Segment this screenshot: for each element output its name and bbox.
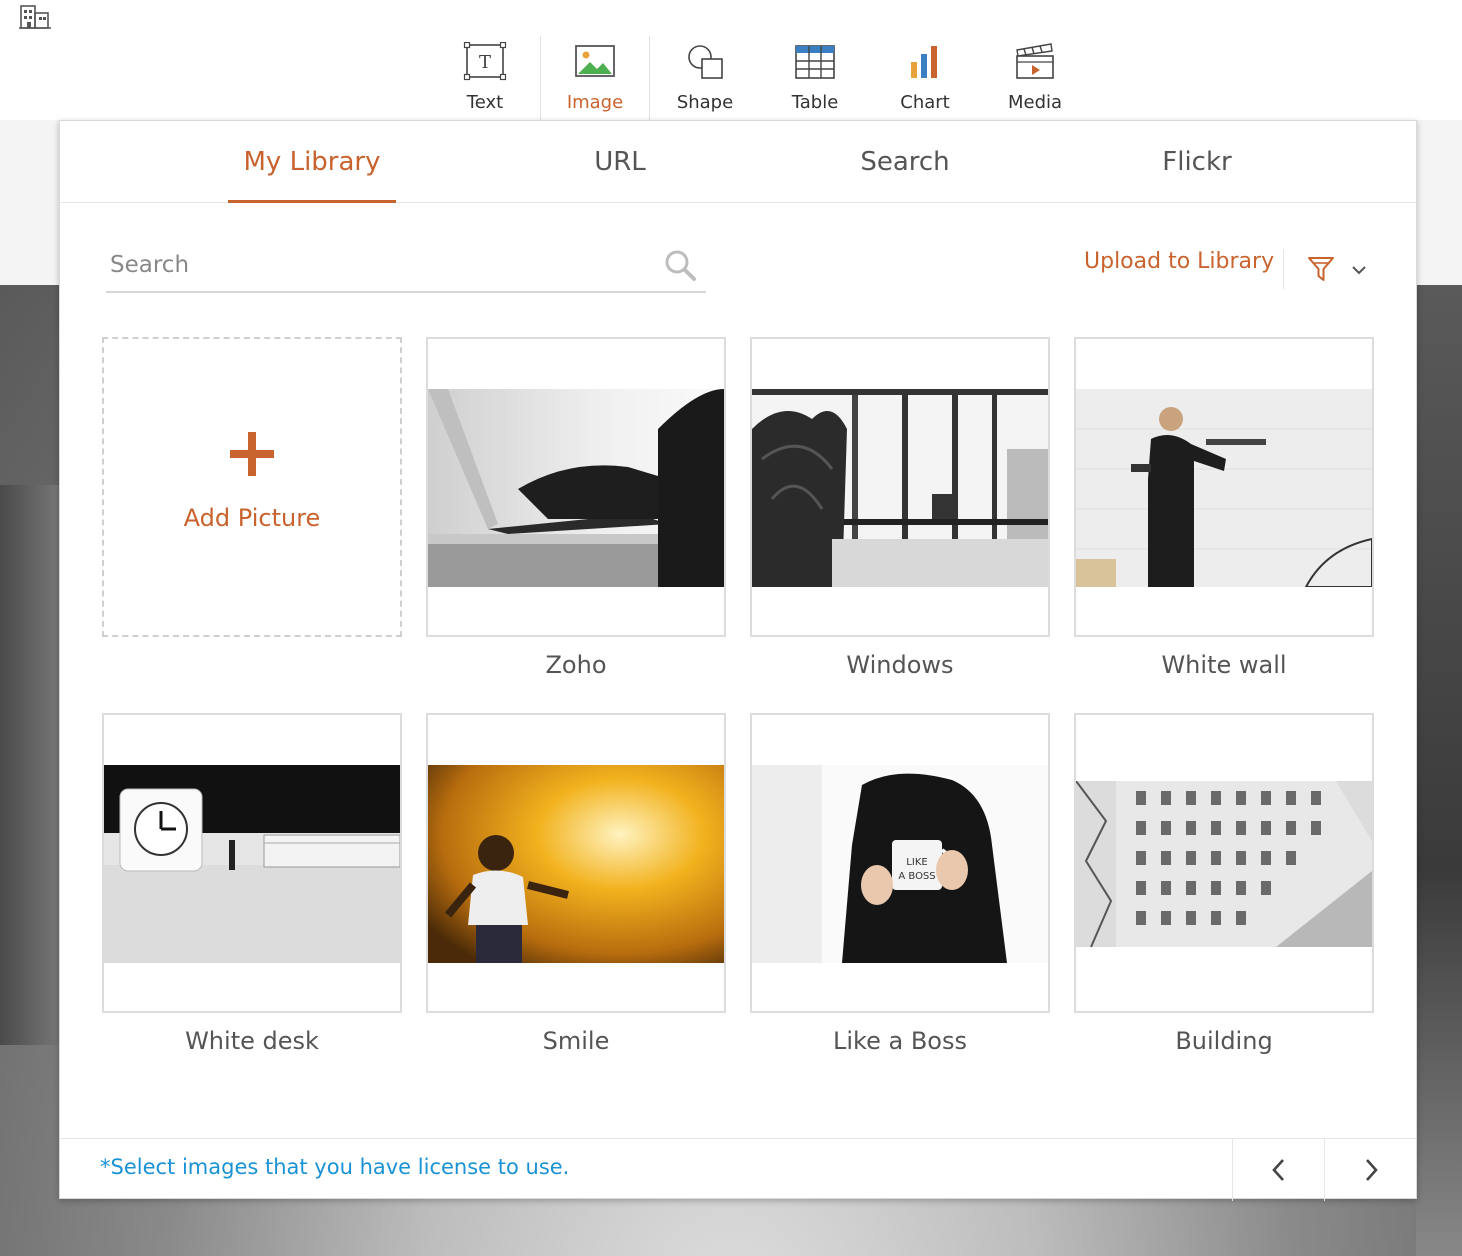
image-caption: Windows bbox=[846, 651, 954, 679]
toolbar-image-label: Image bbox=[566, 92, 624, 113]
white-desk-photo bbox=[104, 765, 400, 963]
image-thumb-frame[interactable] bbox=[102, 713, 402, 1013]
white-wall-photo bbox=[1076, 389, 1372, 587]
toolbar-chart-button[interactable]: Chart bbox=[870, 36, 980, 120]
image-caption: Smile bbox=[542, 1027, 610, 1055]
image-card-white-desk[interactable]: White desk bbox=[102, 713, 402, 1055]
image-thumb-frame[interactable]: LIKE A BOSS bbox=[750, 713, 1050, 1013]
image-card-building[interactable]: Building bbox=[1074, 713, 1374, 1055]
toolbar-text-label: Text bbox=[466, 92, 504, 113]
image-thumb-frame[interactable] bbox=[750, 337, 1050, 637]
toolbar-media-label: Media bbox=[1007, 92, 1063, 113]
image-caption: Zoho bbox=[545, 651, 607, 679]
tab-search[interactable]: Search bbox=[840, 121, 970, 203]
insert-toolbar: T Text Image Shape Table Chart Media bbox=[430, 36, 1090, 122]
image-caption: White desk bbox=[185, 1027, 319, 1055]
image-thumb-frame[interactable] bbox=[426, 713, 726, 1013]
clapperboard-icon bbox=[1016, 43, 1054, 79]
add-picture-frame[interactable]: Add Picture bbox=[102, 337, 402, 637]
image-card-white-wall[interactable]: White wall bbox=[1074, 337, 1374, 679]
background-shadow-left bbox=[0, 485, 60, 1045]
image-thumb-frame[interactable] bbox=[1074, 713, 1374, 1013]
plus-icon bbox=[230, 432, 274, 476]
toolbar-shape-label: Shape bbox=[676, 92, 734, 113]
search-icon[interactable] bbox=[662, 247, 698, 283]
chevron-down-icon[interactable] bbox=[1350, 261, 1368, 279]
insert-image-dialog: My Library URL Search Flickr Upload to L… bbox=[59, 120, 1417, 1201]
svg-text:LIKE: LIKE bbox=[906, 857, 927, 868]
toolbar-table-button[interactable]: Table bbox=[760, 36, 870, 120]
license-note: *Select images that you have license to … bbox=[100, 1155, 570, 1179]
tab-flickr[interactable]: Flickr bbox=[1140, 121, 1254, 203]
toolbar-text-button[interactable]: T Text bbox=[430, 36, 540, 120]
toolbar-image-button[interactable]: Image bbox=[540, 36, 650, 122]
upload-to-library-link[interactable]: Upload to Library bbox=[1084, 249, 1274, 274]
background-shadow-right bbox=[1416, 285, 1462, 1256]
image-card-smile[interactable]: Smile bbox=[426, 713, 726, 1055]
add-picture-label: Add Picture bbox=[183, 504, 321, 532]
windows-photo bbox=[752, 389, 1048, 587]
search-input[interactable] bbox=[106, 241, 646, 289]
image-thumb-frame[interactable] bbox=[1074, 337, 1374, 637]
tab-label: My Library bbox=[243, 147, 381, 177]
filter-icon[interactable] bbox=[1306, 254, 1336, 284]
previous-page-button[interactable] bbox=[1232, 1139, 1324, 1201]
image-caption: Like a Boss bbox=[833, 1027, 967, 1055]
image-card-windows[interactable]: Windows bbox=[750, 337, 1050, 679]
image-thumb-frame[interactable] bbox=[426, 337, 726, 637]
building-icon[interactable] bbox=[18, 4, 52, 30]
divider bbox=[1283, 249, 1284, 289]
chevron-left-icon bbox=[1271, 1159, 1284, 1181]
image-card-like-a-boss[interactable]: LIKE A BOSS Like a Boss bbox=[750, 713, 1050, 1055]
library-search bbox=[106, 241, 706, 293]
building-photo bbox=[1076, 781, 1372, 947]
bar-chart-icon bbox=[911, 46, 937, 78]
toolbar-chart-label: Chart bbox=[900, 92, 950, 113]
tab-my-library[interactable]: My Library bbox=[228, 121, 396, 203]
chevron-right-icon bbox=[1365, 1159, 1378, 1181]
shape-icon bbox=[688, 45, 723, 79]
image-caption: White wall bbox=[1161, 651, 1287, 679]
svg-text:A BOSS: A BOSS bbox=[898, 871, 935, 882]
tab-url[interactable]: URL bbox=[560, 121, 680, 203]
image-caption: Building bbox=[1175, 1027, 1273, 1055]
svg-text:T: T bbox=[479, 52, 491, 73]
next-page-button[interactable] bbox=[1324, 1139, 1416, 1201]
like-a-boss-photo: LIKE A BOSS bbox=[752, 765, 1048, 963]
toolbar-media-button[interactable]: Media bbox=[980, 36, 1090, 120]
image-icon bbox=[575, 45, 615, 77]
laptop-photo bbox=[428, 389, 724, 587]
dialog-footer: *Select images that you have license to … bbox=[60, 1138, 1416, 1201]
text-box-icon: T bbox=[463, 42, 507, 81]
smile-photo bbox=[428, 765, 724, 963]
tab-label: URL bbox=[594, 147, 646, 177]
tab-label: Flickr bbox=[1162, 147, 1232, 177]
toolbar-shape-button[interactable]: Shape bbox=[650, 36, 760, 120]
toolbar-table-label: Table bbox=[791, 92, 839, 113]
dialog-tabs: My Library URL Search Flickr bbox=[60, 121, 1416, 203]
pager bbox=[1232, 1139, 1416, 1201]
table-icon bbox=[795, 45, 835, 79]
add-picture-card[interactable]: Add Picture bbox=[102, 337, 402, 637]
tab-label: Search bbox=[860, 147, 950, 177]
image-card-zoho[interactable]: Zoho bbox=[426, 337, 726, 679]
